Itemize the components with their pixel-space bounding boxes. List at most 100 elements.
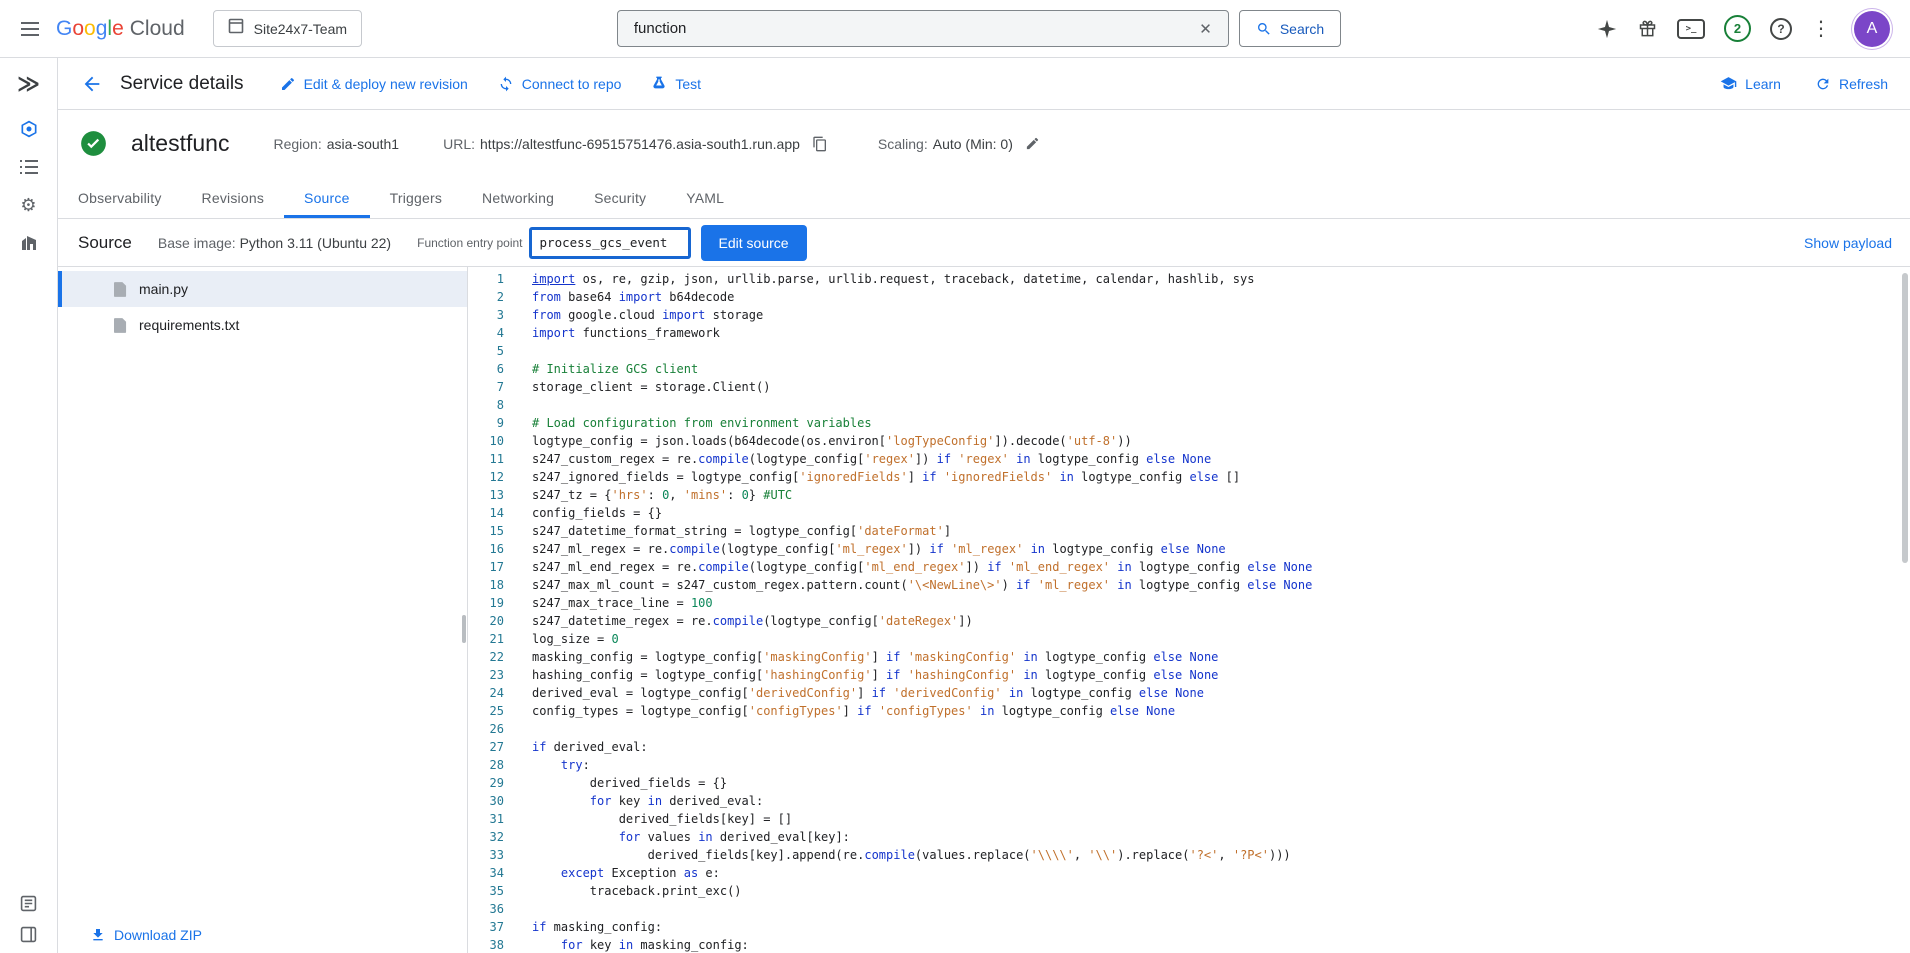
search-input[interactable]	[634, 20, 1195, 37]
region-meta: Region: asia-south1	[273, 136, 399, 152]
code-editor[interactable]: 1234567891011121314151617181920212223242…	[468, 267, 1910, 953]
project-picker[interactable]: Site24x7-Team	[213, 10, 362, 47]
side-panel-icon[interactable]	[20, 926, 37, 943]
tab-source[interactable]: Source	[284, 177, 370, 218]
line-number: 37	[468, 918, 504, 936]
tab-observability[interactable]: Observability	[58, 177, 182, 218]
search-button[interactable]: Search	[1239, 10, 1341, 47]
menu-button[interactable]	[10, 9, 50, 49]
nav-jobs-icon[interactable]	[7, 149, 51, 185]
code-line: derived_fields = {}	[532, 774, 1910, 792]
google-logo-word: Google	[56, 17, 124, 41]
service-details-header: Service details Edit & deploy new revisi…	[58, 58, 1910, 110]
line-number: 13	[468, 486, 504, 504]
tab-triggers[interactable]: Triggers	[370, 177, 462, 218]
code-line: s247_tz = {'hrs': 0, 'mins': 0} #UTC	[532, 486, 1910, 504]
cloud-logo-word: Cloud	[130, 17, 185, 41]
edit-deploy-button[interactable]: Edit & deploy new revision	[280, 76, 468, 92]
line-number: 31	[468, 810, 504, 828]
code-line: derived_fields[key] = []	[532, 810, 1910, 828]
nav-domains-icon[interactable]	[7, 225, 51, 261]
help-icon[interactable]: ?	[1770, 18, 1792, 40]
file-item[interactable]: main.py	[58, 271, 467, 307]
tab-security[interactable]: Security	[574, 177, 666, 218]
download-zip-button[interactable]: Download ZIP	[90, 927, 202, 943]
connect-repo-button[interactable]: Connect to repo	[498, 76, 622, 92]
avatar[interactable]: A	[1854, 11, 1890, 47]
line-number: 28	[468, 756, 504, 774]
line-number: 36	[468, 900, 504, 918]
code-line: from google.cloud import storage	[532, 306, 1910, 324]
line-number: 9	[468, 414, 504, 432]
back-button[interactable]	[74, 66, 110, 102]
line-number: 10	[468, 432, 504, 450]
code-line: # Initialize GCS client	[532, 360, 1910, 378]
refresh-button[interactable]: Refresh	[1815, 76, 1888, 92]
hamburger-icon	[21, 18, 39, 40]
gemini-sparkle-icon[interactable]	[1596, 18, 1618, 40]
file-icon	[114, 318, 127, 333]
download-zip-label: Download ZIP	[114, 927, 202, 943]
scaling-value: Auto (Min: 0)	[933, 136, 1013, 152]
line-number: 23	[468, 666, 504, 684]
more-options-icon[interactable]: ⋮	[1811, 19, 1831, 39]
edit-source-button[interactable]: Edit source	[701, 225, 807, 261]
base-image-value: Python 3.11 (Ubuntu 22)	[240, 235, 392, 251]
editor-scrollbar[interactable]	[1902, 273, 1908, 563]
tabs: ObservabilityRevisionsSourceTriggersNetw…	[58, 177, 1910, 219]
line-number: 15	[468, 522, 504, 540]
workspace: main.pyrequirements.txt Download ZIP 123…	[58, 267, 1910, 953]
tab-revisions[interactable]: Revisions	[182, 177, 285, 218]
gift-icon[interactable]	[1637, 18, 1658, 39]
notification-badge[interactable]: 2	[1724, 15, 1751, 42]
file-panel: main.py requirements.txt Download ZIP	[58, 267, 468, 953]
nav-services-icon[interactable]	[7, 111, 51, 147]
entry-point-input[interactable]	[529, 227, 691, 259]
line-numbers: 1234567891011121314151617181920212223242…	[468, 270, 510, 953]
code-lines[interactable]: import os, re, gzip, json, urllib.parse,…	[510, 270, 1910, 953]
content-column: Service details Edit & deploy new revisi…	[58, 58, 1910, 953]
show-payload-link[interactable]: Show payload	[1804, 235, 1892, 251]
source-toolbar: Source Base image: Python 3.11 (Ubuntu 2…	[58, 219, 1910, 267]
sync-icon	[498, 76, 514, 92]
project-icon	[228, 18, 244, 39]
scaling-label: Scaling:	[878, 136, 928, 152]
learn-button[interactable]: Learn	[1720, 75, 1781, 92]
edit-scaling-button[interactable]	[1025, 136, 1040, 151]
code-line: log_size = 0	[532, 630, 1910, 648]
line-number: 7	[468, 378, 504, 396]
code-line	[532, 342, 1910, 360]
google-cloud-logo[interactable]: Google Cloud	[56, 17, 185, 41]
cloud-shell-icon[interactable]: >_	[1677, 19, 1705, 39]
line-number: 4	[468, 324, 504, 342]
pencil-icon	[280, 76, 296, 92]
entry-point-label: Function entry point	[417, 236, 522, 250]
line-number: 22	[468, 648, 504, 666]
pencil-icon	[1025, 136, 1040, 151]
nav-settings-icon[interactable]: ⚙	[7, 187, 51, 223]
code-line: for key in derived_eval:	[532, 792, 1910, 810]
search-field[interactable]: ✕	[617, 10, 1229, 47]
file-panel-scrollbar[interactable]	[462, 615, 466, 643]
line-number: 11	[468, 450, 504, 468]
clear-search-icon[interactable]: ✕	[1195, 18, 1216, 40]
left-nav-rail: ≫ ⚙	[0, 58, 58, 953]
cloud-run-logo: ≫	[0, 58, 57, 110]
code-line	[532, 396, 1910, 414]
download-icon	[90, 927, 106, 943]
line-number: 25	[468, 702, 504, 720]
line-number: 34	[468, 864, 504, 882]
release-notes-icon[interactable]	[20, 895, 37, 912]
connect-repo-label: Connect to repo	[522, 76, 622, 92]
code-line: s247_max_ml_count = s247_custom_regex.pa…	[532, 576, 1910, 594]
copy-url-button[interactable]	[812, 136, 828, 152]
line-number: 2	[468, 288, 504, 306]
file-item[interactable]: requirements.txt	[58, 307, 467, 343]
tab-yaml[interactable]: YAML	[666, 177, 744, 218]
file-name: requirements.txt	[139, 317, 239, 333]
line-number: 30	[468, 792, 504, 810]
test-button[interactable]: Test	[651, 76, 701, 92]
tab-networking[interactable]: Networking	[462, 177, 574, 218]
line-number: 14	[468, 504, 504, 522]
code-line: from base64 import b64decode	[532, 288, 1910, 306]
